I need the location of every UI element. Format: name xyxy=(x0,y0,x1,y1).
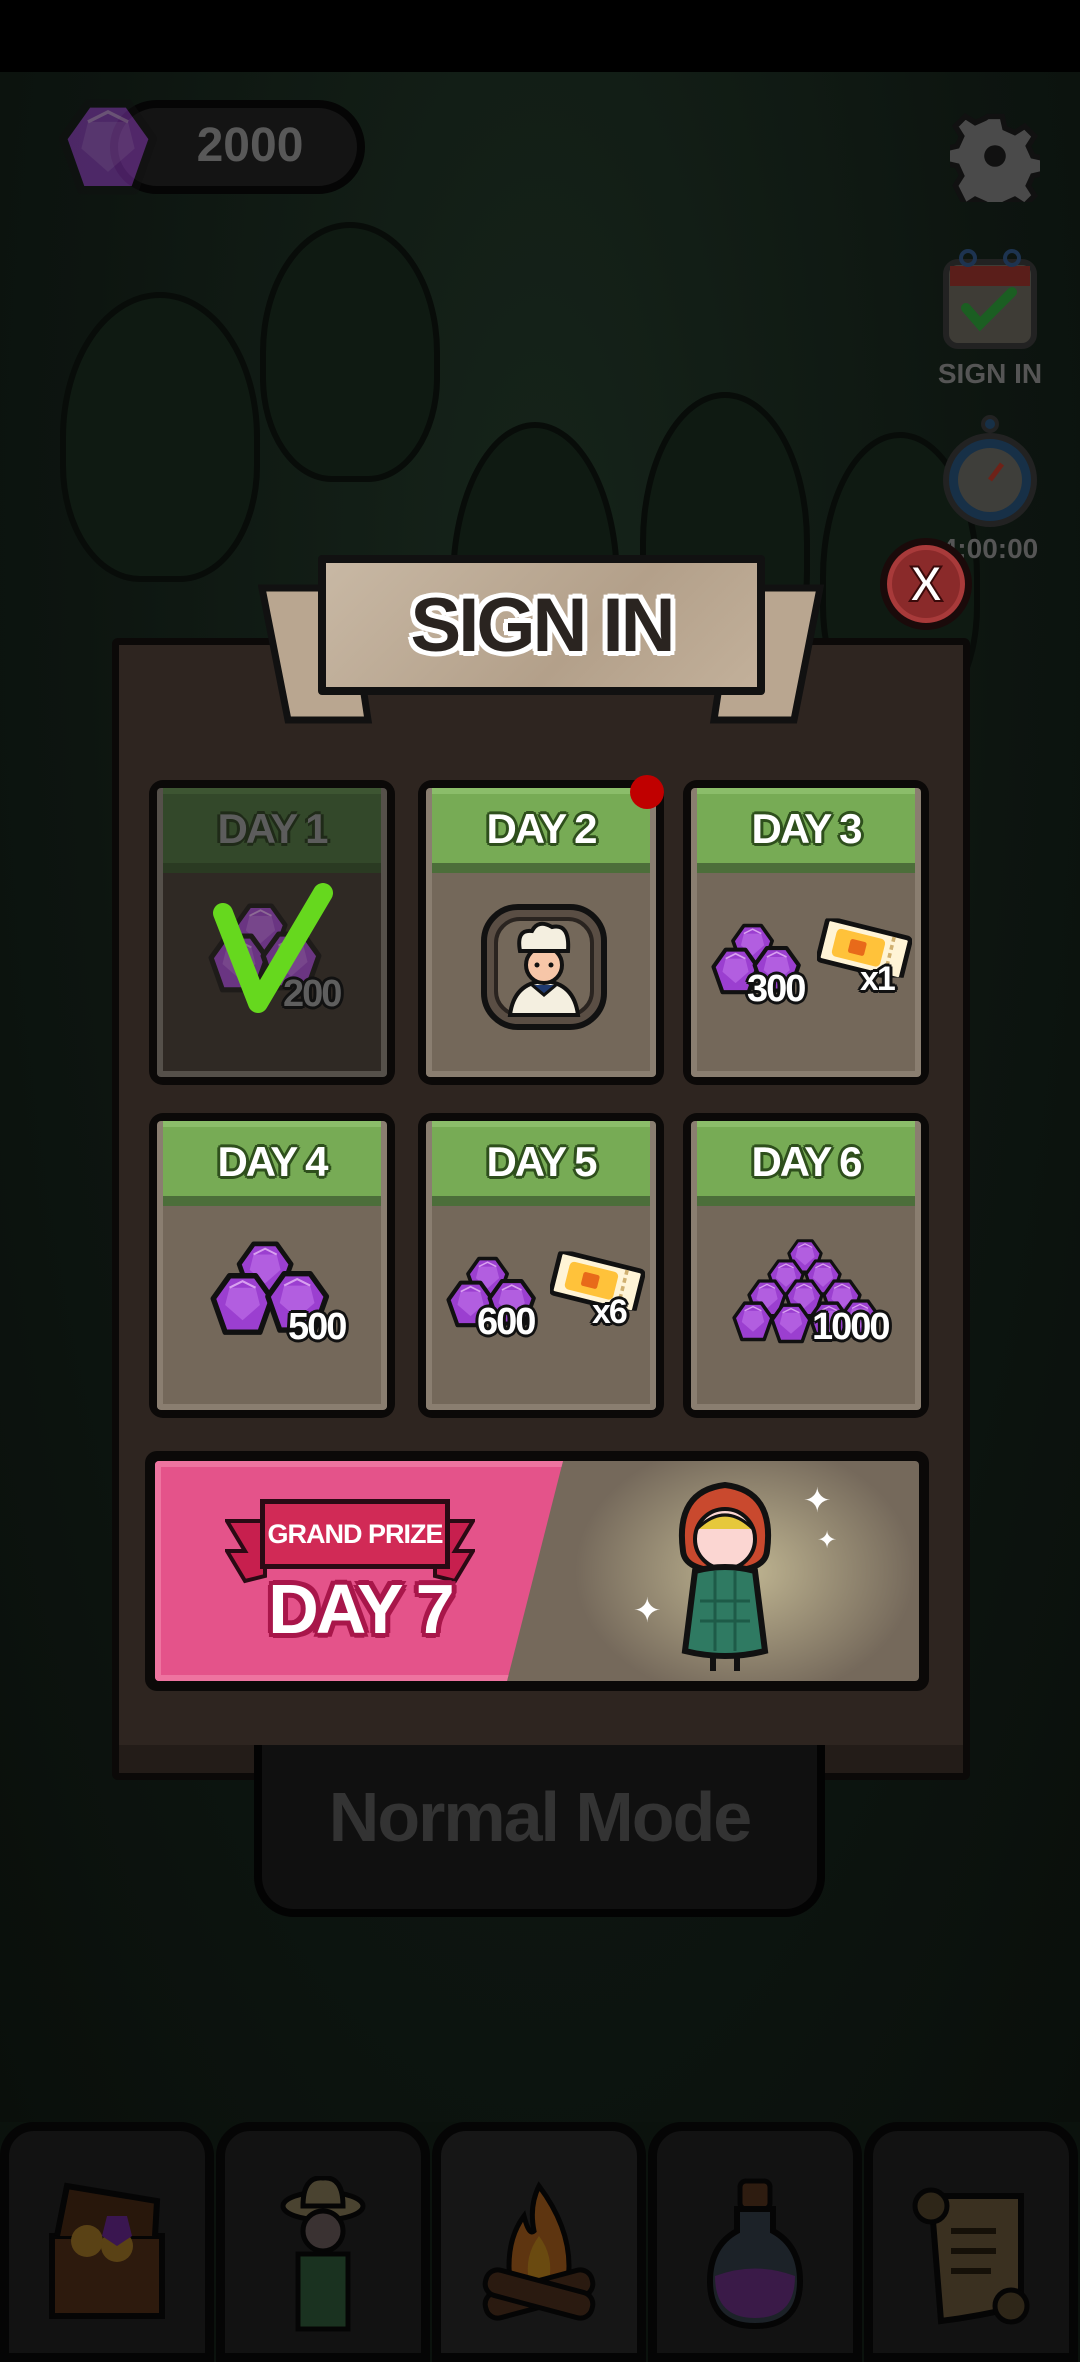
grand-prize-day: DAY 7 xyxy=(268,1570,454,1648)
day-card-2[interactable]: DAY 2 xyxy=(418,780,664,1085)
reward-amount: 200 xyxy=(283,973,342,1015)
stopwatch-icon[interactable] xyxy=(940,412,1040,532)
day-card-1: DAY 1 200 xyxy=(149,780,395,1085)
sparkle-icon: ✦ xyxy=(817,1527,838,1554)
reward-amount: 300 xyxy=(747,968,806,1010)
nav-tab-characters[interactable] xyxy=(216,2122,430,2362)
close-button[interactable]: X xyxy=(880,538,972,630)
settings-gear-icon[interactable] xyxy=(950,110,1040,202)
chef-character-icon xyxy=(481,904,607,1030)
day-card-4: DAY 4 500 xyxy=(149,1113,395,1418)
reward-amount: 600 xyxy=(477,1301,536,1343)
grand-prize-label-box: GRAND PRIZE xyxy=(260,1499,450,1569)
sparkle-icon: ✦ xyxy=(803,1482,832,1520)
notification-dot xyxy=(630,775,664,809)
calendar-sign-in-icon[interactable] xyxy=(940,244,1040,352)
day-label: DAY 4 xyxy=(217,1137,328,1185)
gem-count: 2000 xyxy=(196,119,304,172)
grand-prize-label: GRAND PRIZE xyxy=(267,1518,443,1549)
day-card-3: DAY 3 300 x1 xyxy=(683,780,929,1085)
reward-amount: 1000 xyxy=(812,1306,891,1348)
sign-in-label: SIGN IN xyxy=(937,358,1043,389)
reward-amount: 500 xyxy=(288,1306,347,1348)
ticket-count: x1 xyxy=(860,960,896,998)
day-label: DAY 3 xyxy=(751,804,862,852)
potion-icon xyxy=(706,2178,804,2330)
nav-tab-treasure[interactable] xyxy=(0,2122,214,2362)
treasure-chest-icon xyxy=(49,2182,165,2319)
campfire-icon xyxy=(482,2181,596,2321)
red-hood-girl-character-icon xyxy=(679,1481,771,1671)
nav-tab-quests[interactable] xyxy=(864,2122,1078,2362)
day-label: DAY 1 xyxy=(217,804,328,852)
close-label: X xyxy=(908,555,943,613)
grand-prize-card: GRAND PRIZE DAY 7 ✦ ✦ ✦ xyxy=(145,1451,929,1691)
normal-mode-button[interactable]: Normal Mode xyxy=(254,1745,825,1917)
ticket-count: x6 xyxy=(592,1293,628,1331)
normal-mode-label: Normal Mode xyxy=(328,1778,752,1856)
scroll-icon xyxy=(912,2187,1030,2325)
day-card-6: DAY 6 1000 xyxy=(683,1113,929,1418)
day-label: DAY 2 xyxy=(486,804,597,852)
day-label: DAY 5 xyxy=(486,1137,597,1185)
farmer-icon xyxy=(280,2176,366,2332)
day-label: DAY 6 xyxy=(751,1137,862,1185)
title-board: SIGN IN xyxy=(318,555,765,695)
status-bar xyxy=(0,0,1080,72)
nav-tab-potion[interactable] xyxy=(648,2122,862,2362)
sparkle-icon: ✦ xyxy=(633,1592,662,1630)
nav-tab-campfire[interactable] xyxy=(432,2122,646,2362)
day-card-5: DAY 5 600 x6 xyxy=(418,1113,664,1418)
gem-icon xyxy=(58,96,158,201)
dialog-title: SIGN IN xyxy=(410,582,676,668)
